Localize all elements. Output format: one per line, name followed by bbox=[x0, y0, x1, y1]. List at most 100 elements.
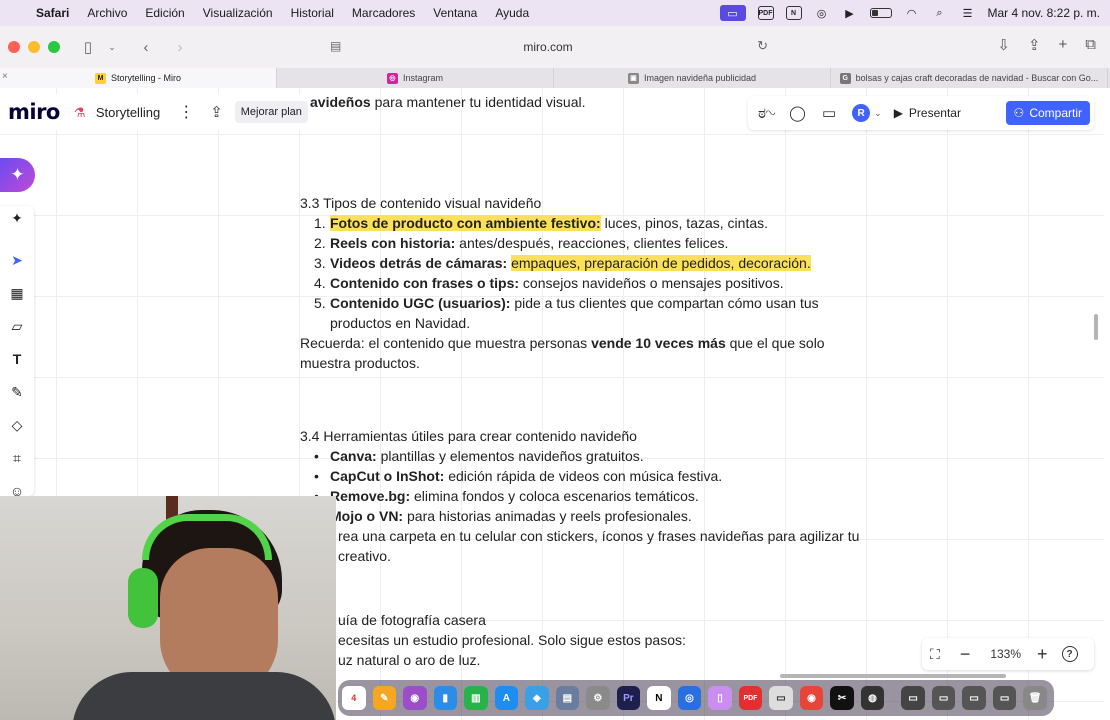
chevron-down-icon[interactable]: ⌄ bbox=[102, 42, 122, 53]
maps-icon[interactable]: ◈ bbox=[525, 686, 549, 710]
share-icon[interactable]: ⇪ bbox=[1028, 36, 1041, 54]
clock[interactable]: Mar 4 nov. 8:22 p. m. bbox=[988, 6, 1101, 20]
files-icon[interactable]: ▭ bbox=[769, 686, 793, 710]
menu-edicion[interactable]: Edición bbox=[145, 6, 184, 20]
tab-instagram[interactable]: ◎ Instagram bbox=[277, 68, 554, 88]
tab-overview-icon[interactable]: ⧉ bbox=[1085, 36, 1096, 54]
reload-icon[interactable]: ↻ bbox=[757, 38, 768, 54]
select-cursor-icon[interactable]: ➤ bbox=[7, 250, 27, 270]
pencil-app-icon[interactable]: ✎ bbox=[372, 686, 397, 710]
frame-icon[interactable]: ⌗ bbox=[7, 448, 27, 468]
spotlight-search-icon[interactable]: ⌕ bbox=[932, 6, 948, 20]
shapes-icon[interactable]: ◇ bbox=[7, 415, 27, 435]
address-bar[interactable]: ▤ miro.com ↻ bbox=[322, 34, 774, 60]
calendar-icon[interactable]: 4 bbox=[342, 686, 366, 710]
menu-ventana[interactable]: Ventana bbox=[433, 6, 477, 20]
miro-favicon-icon: M bbox=[94, 72, 106, 84]
tab-imagen-navidena[interactable]: ▣ Imagen navideña publicidad bbox=[554, 68, 831, 88]
pdf-tray-icon[interactable]: PDF bbox=[757, 6, 774, 20]
back-icon[interactable]: ‹ bbox=[136, 39, 156, 56]
downloads-icon[interactable]: ⇩ bbox=[997, 36, 1010, 54]
upgrade-plan-button[interactable]: Mejorar plan bbox=[234, 101, 308, 123]
export-icon[interactable]: ⇪ bbox=[210, 103, 223, 121]
ai-assistant-button[interactable]: ✦ bbox=[0, 158, 35, 192]
numbers-icon[interactable]: ▥ bbox=[464, 686, 488, 710]
menu-historial[interactable]: Historial bbox=[291, 6, 334, 20]
horizontal-scrollbar[interactable] bbox=[780, 674, 1006, 678]
tab-storytelling-miro[interactable]: × M Storytelling - Miro bbox=[0, 68, 277, 88]
fit-to-screen-icon[interactable]: ⛶ bbox=[930, 646, 940, 663]
sparkle-icon[interactable]: ✦ bbox=[7, 208, 27, 228]
minimized-window-icon[interactable]: ▭ bbox=[931, 686, 956, 710]
chrome-icon[interactable]: ◉ bbox=[799, 686, 824, 710]
comments-icon[interactable]: ◯ bbox=[789, 104, 806, 122]
close-tab-icon[interactable]: × bbox=[2, 71, 8, 82]
tab-title: bolsas y cajas craft decoradas de navida… bbox=[855, 73, 1099, 83]
notion-tray-icon[interactable]: N bbox=[785, 6, 802, 20]
notion-icon[interactable]: N bbox=[647, 686, 671, 710]
share-button[interactable]: ⚇ Compartir bbox=[1005, 101, 1090, 125]
sticky-note-icon[interactable]: ▱ bbox=[7, 316, 27, 336]
menu-marcadores[interactable]: Marcadores bbox=[352, 6, 415, 20]
zoom-in-button[interactable]: + bbox=[1037, 644, 1048, 665]
menu-archivo[interactable]: Archivo bbox=[87, 6, 127, 20]
tab-google-search[interactable]: G bolsas y cajas craft decoradas de navi… bbox=[831, 68, 1108, 88]
screen-record-icon[interactable]: ▭ bbox=[719, 5, 746, 21]
new-tab-icon[interactable]: + bbox=[1059, 36, 1068, 54]
menu-visualizacion[interactable]: Visualización bbox=[203, 6, 273, 20]
tab-bar: × M Storytelling - Miro ◎ Instagram ▣ Im… bbox=[0, 68, 1110, 88]
preview-icon[interactable]: ▤ bbox=[555, 686, 580, 710]
section-3-5-text: ecesitas un estudio profesional. Solo si… bbox=[338, 632, 686, 648]
capcut-icon[interactable]: ✂ bbox=[830, 686, 854, 710]
window-controls bbox=[8, 41, 60, 53]
podcasts-icon[interactable]: ◉ bbox=[403, 686, 427, 710]
safari-icon[interactable]: ◎ bbox=[677, 686, 702, 710]
vertical-scrollbar[interactable] bbox=[1094, 314, 1098, 340]
play-icon[interactable]: ▶ bbox=[842, 6, 858, 20]
forward-icon[interactable]: › bbox=[170, 39, 190, 56]
section-3-3-heading: 3.3 Tipos de contenido visual navideño bbox=[300, 195, 542, 211]
board-name[interactable]: Storytelling bbox=[96, 105, 160, 120]
zoom-level[interactable]: 133% bbox=[990, 647, 1021, 661]
close-window-button[interactable] bbox=[8, 41, 20, 53]
settings-icon[interactable]: ⚙ bbox=[586, 686, 610, 710]
video-call-icon[interactable]: ▭ bbox=[822, 104, 836, 122]
premiere-icon[interactable]: Pr bbox=[616, 686, 641, 710]
miro-logo[interactable]: miro bbox=[8, 100, 60, 124]
person-shirt bbox=[72, 672, 336, 720]
zoom-out-button[interactable]: − bbox=[960, 644, 971, 665]
miro-board-header: miro ⚗ Storytelling ⋮ ⇪ Mejorar plan bbox=[2, 94, 308, 130]
pdf-app-icon[interactable]: PDF bbox=[738, 686, 763, 710]
minimized-window-icon[interactable]: ▭ bbox=[962, 686, 986, 710]
zoom-window-button[interactable] bbox=[48, 41, 60, 53]
keynote-icon[interactable]: ▮ bbox=[433, 686, 458, 710]
trash-icon[interactable]: 🗑 bbox=[1023, 686, 1047, 710]
menu-ayuda[interactable]: Ayuda bbox=[495, 6, 529, 20]
control-center-icon[interactable]: ☰ bbox=[960, 6, 976, 20]
help-icon[interactable]: ? bbox=[1061, 646, 1078, 662]
airdrop-icon[interactable]: ◎ bbox=[814, 6, 830, 20]
pen-icon[interactable]: ✎ bbox=[7, 382, 27, 402]
minimized-window-icon[interactable]: ▭ bbox=[901, 686, 925, 710]
instagram-favicon-icon: ◎ bbox=[386, 72, 398, 84]
macos-dock: 4 ✎ ◉ ▮ ▥ A ◈ ▤ ⚙ Pr N ◎ ▯ PDF ▭ ◉ ✂ ◍ ▭… bbox=[338, 680, 1054, 716]
templates-icon[interactable]: ▦ bbox=[7, 283, 27, 303]
minimized-window-icon[interactable]: ▭ bbox=[992, 686, 1017, 710]
avatar[interactable]: R bbox=[852, 104, 871, 122]
text-tool-icon[interactable]: T bbox=[7, 349, 27, 369]
app-store-icon[interactable]: A bbox=[494, 686, 519, 710]
reactions-icon[interactable]: ಠ∿ bbox=[758, 105, 775, 122]
obs-icon[interactable]: ◍ bbox=[860, 686, 885, 710]
battery-icon[interactable] bbox=[869, 8, 892, 18]
notes-icon[interactable]: ▯ bbox=[708, 686, 732, 710]
present-button[interactable]: ▶ Presentar bbox=[894, 106, 961, 120]
more-options-icon[interactable]: ⋮ bbox=[178, 102, 194, 122]
wifi-icon[interactable]: ◠ bbox=[904, 6, 920, 20]
reader-icon[interactable]: ▤ bbox=[330, 39, 341, 53]
minimize-window-button[interactable] bbox=[28, 41, 40, 53]
sidebar-toggle-icon[interactable]: ▯ bbox=[78, 38, 98, 56]
menu-app-safari[interactable]: Safari bbox=[36, 6, 69, 20]
section-3-5-text: uz natural o aro de luz. bbox=[338, 652, 481, 668]
chevron-down-icon[interactable]: ⌄ bbox=[874, 108, 882, 119]
left-toolbar: ✦ ➤ ▦ ▱ T ✎ ◇ ⌗ ☺ bbox=[0, 206, 34, 499]
